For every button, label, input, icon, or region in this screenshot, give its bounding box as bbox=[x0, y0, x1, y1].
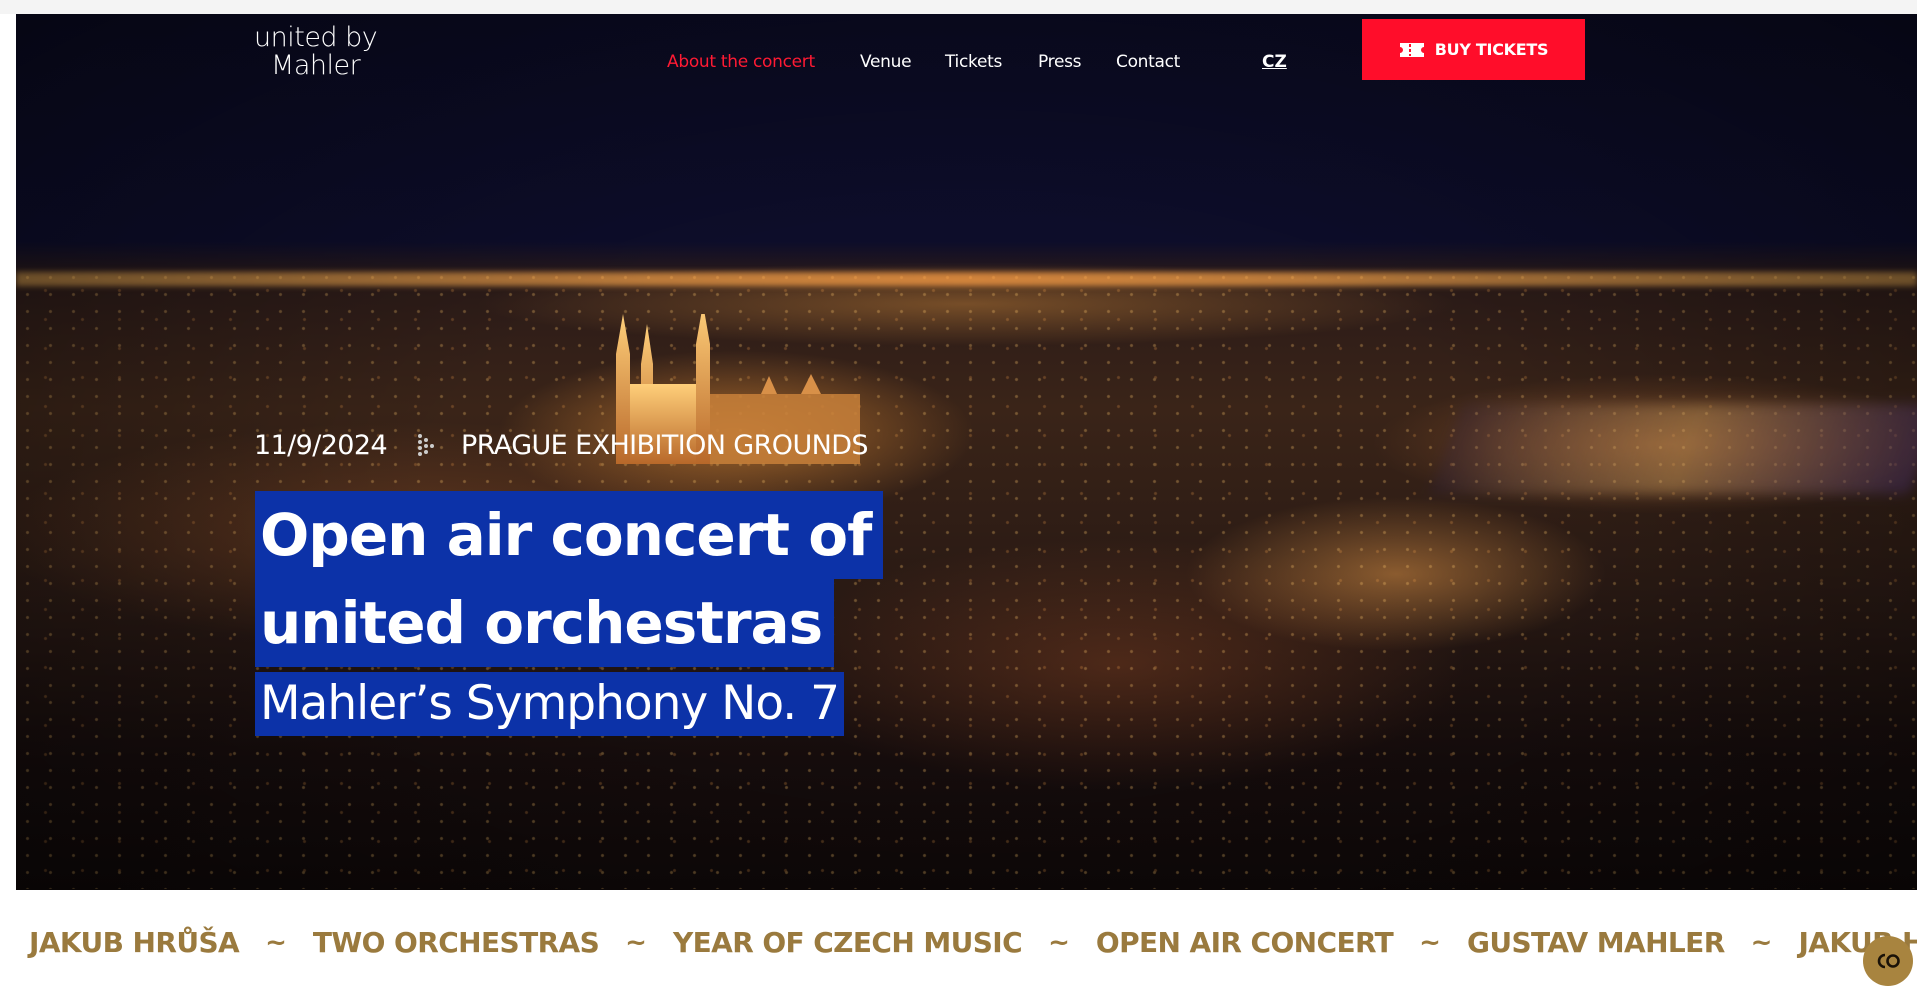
event-date: 11/9/2024 bbox=[254, 430, 388, 461]
logo-line-1: united by bbox=[254, 22, 378, 53]
ticker-separator: ~ bbox=[1750, 927, 1773, 958]
ticker-item: OPEN AIR CONCERT bbox=[1095, 926, 1394, 959]
hero-subtitle: Mahler’s Symphony No. 7 bbox=[255, 672, 845, 736]
ticker-item: YEAR OF CZECH MUSIC bbox=[672, 926, 1023, 959]
ticker-separator: ~ bbox=[265, 927, 287, 958]
cookie-settings-icon bbox=[1877, 953, 1900, 969]
ticker-track: JAKUB HRŮŠA ~ TWO ORCHESTRAS ~ YEAR OF C… bbox=[29, 926, 1917, 959]
nav-item-venue[interactable]: Venue bbox=[860, 52, 912, 72]
marquee-ticker: JAKUB HRŮŠA ~ TWO ORCHESTRAS ~ YEAR OF C… bbox=[0, 890, 1917, 989]
buy-tickets-label: BUY TICKETS bbox=[1434, 40, 1549, 59]
event-meta: 11/9/2024 PRAGUE EXHIBITION GROUNDS bbox=[254, 430, 869, 461]
logo-line-2: Mahler bbox=[271, 50, 361, 81]
cookie-settings-button[interactable] bbox=[1863, 936, 1913, 986]
headline-line-2: united orchestras bbox=[255, 579, 835, 667]
nav-item-about[interactable]: About the concert bbox=[667, 52, 815, 72]
buy-tickets-button[interactable]: BUY TICKETS bbox=[1362, 19, 1585, 80]
nav-item-tickets[interactable]: Tickets bbox=[945, 52, 1002, 72]
language-switch[interactable]: CZ bbox=[1262, 52, 1287, 72]
ticker-separator: ~ bbox=[1048, 927, 1070, 958]
ticker-item: JAKUB HRŮŠA bbox=[29, 926, 240, 959]
nav-item-contact[interactable]: Contact bbox=[1116, 52, 1180, 72]
headline-line-1: Open air concert of bbox=[255, 491, 884, 579]
ticker-separator: ~ bbox=[625, 927, 647, 958]
hero-headline: Open air concert of united orchestras Ma… bbox=[255, 491, 884, 736]
ticker-separator: ~ bbox=[1419, 927, 1441, 958]
ticket-icon bbox=[1399, 42, 1424, 57]
event-location: PRAGUE EXHIBITION GROUNDS bbox=[461, 430, 868, 461]
browser-top-strip bbox=[0, 0, 1917, 14]
ticker-item: GUSTAV MAHLER bbox=[1466, 926, 1725, 959]
play-dots-icon bbox=[418, 433, 435, 456]
ticker-item: TWO ORCHESTRAS bbox=[312, 926, 600, 959]
nav-item-press[interactable]: Press bbox=[1038, 52, 1082, 72]
site-logo[interactable]: united by Mahler bbox=[254, 22, 378, 81]
